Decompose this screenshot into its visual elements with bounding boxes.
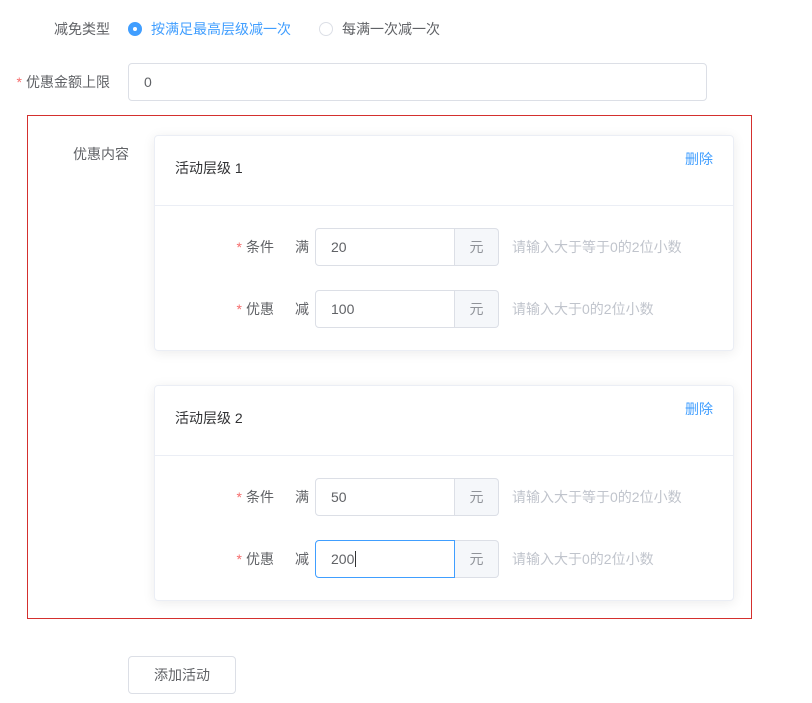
- delete-tier-link[interactable]: 删除: [685, 149, 713, 169]
- discount-label: 优惠: [246, 301, 274, 317]
- promotion-form: 减免类型 按满足最高层级减一次 每满一次减一次 *优惠金额上限 优惠内容 活动层…: [0, 0, 812, 694]
- discount-prefix: 减: [295, 299, 309, 319]
- condition-amount-input[interactable]: [315, 478, 455, 516]
- condition-row: *条件 满 元 请输入大于等于0的2位小数: [155, 228, 733, 266]
- input-hint: 请输入大于等于0的2位小数: [512, 487, 682, 507]
- condition-row: *条件 满 元 请输入大于等于0的2位小数: [155, 478, 733, 516]
- input-hint: 请输入大于等于0的2位小数: [512, 237, 682, 257]
- condition-label: 条件: [246, 489, 274, 505]
- tier-title: 活动层级 2: [175, 410, 243, 426]
- condition-amount-input[interactable]: [315, 228, 455, 266]
- required-asterisk: *: [237, 551, 242, 567]
- input-hint: 请输入大于0的2位小数: [512, 299, 654, 319]
- condition-input-group: 元: [315, 228, 499, 266]
- discount-cap-input[interactable]: [128, 63, 707, 101]
- unit-yuan-label: 元: [455, 228, 499, 266]
- reduction-type-radio-group: 按满足最高层级减一次 每满一次减一次: [128, 19, 468, 39]
- tier-card-1: 活动层级 1 删除 *条件 满 元 请输入大于等于0的2位小数 *优惠: [154, 135, 734, 351]
- required-asterisk: *: [17, 74, 22, 90]
- condition-prefix: 满: [295, 237, 309, 257]
- tier-card-2: 活动层级 2 删除 *条件 满 元 请输入大于等于0的2位小数 *优惠: [154, 385, 734, 601]
- discount-row: *优惠 减 元 请输入大于0的2位小数: [155, 540, 733, 578]
- discount-label: 优惠: [246, 551, 274, 567]
- reduction-type-row: 减免类型 按满足最高层级减一次 每满一次减一次: [0, 15, 812, 43]
- discount-input-group: 元: [315, 290, 499, 328]
- discount-amount-input-focused[interactable]: [315, 540, 455, 578]
- discount-prefix: 减: [295, 549, 309, 569]
- tier-title: 活动层级 1: [175, 160, 243, 176]
- unit-yuan-label: 元: [455, 478, 499, 516]
- unit-yuan-label: 元: [455, 290, 499, 328]
- discount-content-label: 优惠内容: [28, 135, 129, 601]
- discount-input-group-focused: 元: [315, 540, 499, 578]
- radio-option-label[interactable]: 按满足最高层级减一次: [151, 19, 291, 39]
- tier-card-body: *条件 满 元 请输入大于等于0的2位小数 *优惠 减 元: [155, 206, 733, 350]
- unit-yuan-label: 元: [455, 540, 499, 578]
- condition-label: 条件: [246, 239, 274, 255]
- add-activity-button[interactable]: 添加活动: [128, 656, 236, 694]
- input-hint: 请输入大于0的2位小数: [512, 549, 654, 569]
- radio-option-every-time[interactable]: 每满一次减一次: [319, 19, 440, 39]
- radio-option-highest-tier[interactable]: 按满足最高层级减一次: [128, 19, 291, 39]
- discount-cap-row: *优惠金额上限: [0, 63, 812, 101]
- discount-cap-label: *优惠金额上限: [0, 68, 110, 96]
- radio-unchecked-icon[interactable]: [319, 22, 333, 36]
- required-asterisk: *: [237, 239, 242, 255]
- tier-card-body: *条件 满 元 请输入大于等于0的2位小数 *优惠 减: [155, 456, 733, 600]
- condition-input-group: 元: [315, 478, 499, 516]
- radio-checked-icon[interactable]: [128, 22, 142, 36]
- text-caret: [355, 551, 356, 567]
- tier-card-header: 活动层级 2 删除: [155, 386, 733, 456]
- required-asterisk: *: [237, 489, 242, 505]
- delete-tier-link[interactable]: 删除: [685, 399, 713, 419]
- required-asterisk: *: [237, 301, 242, 317]
- tier-card-header: 活动层级 1 删除: [155, 136, 733, 206]
- discount-row: *优惠 减 元 请输入大于0的2位小数: [155, 290, 733, 328]
- condition-prefix: 满: [295, 487, 309, 507]
- add-activity-row: 添加活动: [128, 656, 812, 694]
- radio-option-label[interactable]: 每满一次减一次: [342, 19, 440, 39]
- discount-amount-input[interactable]: [315, 290, 455, 328]
- discount-content-section: 优惠内容 活动层级 1 删除 *条件 满 元 请输入大于等于0: [27, 115, 752, 619]
- reduction-type-label: 减免类型: [0, 15, 110, 43]
- tier-cards-column: 活动层级 1 删除 *条件 满 元 请输入大于等于0的2位小数 *优惠: [154, 135, 734, 601]
